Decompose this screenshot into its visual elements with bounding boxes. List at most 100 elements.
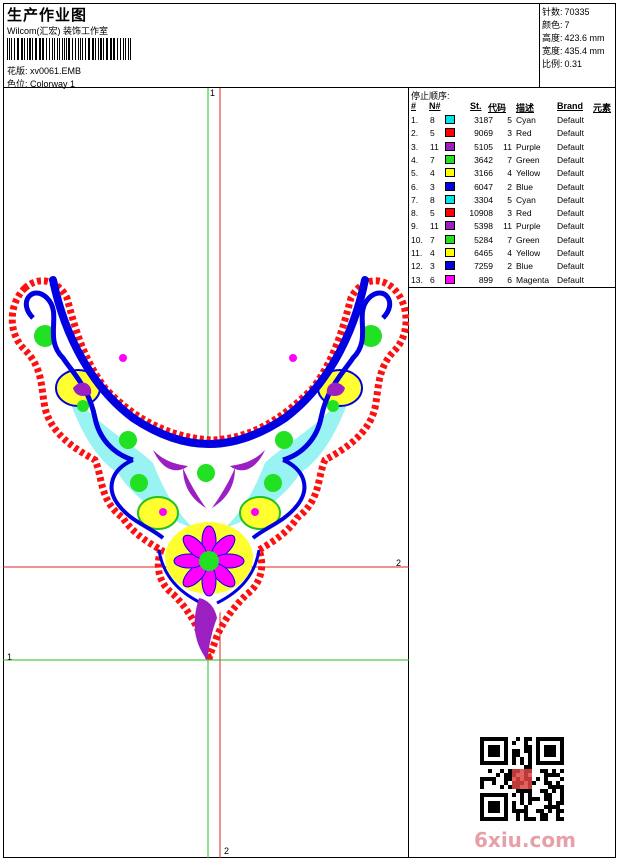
stats-block: 针数: 70335 颜色: 7 高度: 423.6 mm 宽度: 435.4 mm 比例… [540, 3, 616, 88]
table-row: 4. 7 3642 7 Green Default [409, 154, 616, 168]
row-needle: 6 [430, 274, 435, 285]
row-stitches: 5105 [474, 141, 493, 152]
row-desc: Red [516, 208, 532, 219]
row-brand: Default [557, 274, 584, 285]
green-dot [130, 474, 148, 492]
row-stitches: 7259 [474, 261, 493, 272]
color-swatch [445, 154, 455, 164]
table-row: 13. 6 899 6 Magenta Default [409, 274, 616, 288]
guide-label-right: 2 [396, 558, 402, 568]
row-index: 12. [411, 261, 423, 272]
color-swatch [445, 181, 455, 191]
barcode-icon [7, 38, 131, 60]
row-needle: 3 [430, 261, 435, 272]
row-index: 7. [411, 194, 419, 205]
color-swatch [445, 248, 455, 257]
magenta-dot [159, 508, 167, 516]
color-swatch [445, 168, 455, 178]
row-brand: Default [557, 261, 584, 272]
row-code: 5 [507, 194, 512, 205]
row-index: 13. [411, 274, 423, 285]
table-row: 10. 7 5284 7 Green Default [409, 234, 616, 248]
table-row: 2. 5 9069 3 Red Default [409, 128, 616, 141]
row-brand: Default [557, 181, 584, 192]
row-desc: Blue [516, 261, 534, 272]
row-stitches: 9069 [474, 128, 493, 139]
row-code: 2 [507, 181, 512, 192]
row-index: 11. [411, 248, 423, 258]
table-row: 7. 8 3304 5 Cyan Default [409, 194, 616, 208]
col-brand: Brand [557, 101, 584, 111]
table-row: 8. 5 10908 3 Red Default [409, 208, 616, 221]
row-code: 7 [507, 154, 512, 165]
table-row: 5. 4 3166 4 Yellow Default [409, 168, 616, 181]
row-stitches: 899 [478, 274, 493, 285]
row-needle: 8 [430, 194, 435, 205]
green-dot [327, 400, 339, 412]
row-code: 6 [507, 274, 512, 285]
row-brand: Default [557, 128, 584, 139]
color-swatch [445, 194, 455, 204]
header-block: 生产作业图 Wilcom(汇宏) 装饰工作室 花版: xv0061.EMB 色位… [3, 3, 540, 89]
guide-label-left: 1 [7, 652, 13, 662]
col-idx: # [411, 101, 417, 111]
guide-label-top: 1 [210, 88, 216, 98]
row-stitches: 5398 [474, 221, 493, 232]
col-code: 代码 [488, 103, 507, 113]
row-code: 3 [507, 128, 512, 139]
row-code: 3 [507, 208, 512, 219]
row-brand: Default [557, 168, 584, 179]
qr-code-icon [480, 737, 564, 821]
table-row: 9. 11 5398 11 Purple Default [409, 221, 616, 234]
row-brand: Default [557, 234, 584, 245]
magenta-dot [119, 354, 127, 362]
magenta-flower [173, 525, 245, 597]
row-brand: Default [557, 194, 584, 205]
row-index: 3. [411, 141, 419, 152]
row-desc: Red [516, 128, 532, 139]
stop-sequence-panel: 停止顺序: # N# St. 代码 描述 Brand 元素 1. 8 3187 5 Cy… [409, 88, 616, 288]
row-index: 1. [411, 115, 419, 125]
design-label: 花版: [7, 66, 28, 76]
row-stitches: 3304 [474, 194, 493, 205]
design-value: xv0061.EMB [30, 66, 82, 76]
row-desc: Magenta [516, 274, 550, 285]
table-row: 6. 3 6047 2 Blue Default [409, 181, 616, 195]
row-desc: Purple [516, 141, 541, 152]
row-needle: 4 [430, 168, 435, 179]
row-desc: Purple [516, 221, 541, 232]
row-brand: Default [557, 154, 584, 165]
row-index: 9. [411, 221, 419, 232]
green-dot [275, 431, 293, 449]
magenta-dot [289, 354, 297, 362]
row-desc: Green [516, 234, 540, 245]
color-swatch [445, 261, 455, 271]
table-row: 3. 11 5105 11 Purple Default [409, 141, 616, 155]
row-desc: Yellow [516, 168, 541, 179]
color-swatch [445, 115, 455, 124]
company-name: Wilcom(汇宏) 装饰工作室 [7, 26, 108, 36]
row-brand: Default [557, 141, 584, 152]
color-swatch [445, 234, 455, 244]
col-n: N# [429, 101, 441, 111]
design-canvas: 1 2 1 2 [3, 88, 410, 858]
color-swatch [445, 128, 455, 138]
row-index: 4. [411, 154, 419, 165]
row-needle: 7 [430, 154, 435, 165]
row-needle: 5 [430, 128, 435, 139]
embroidery-preview [3, 88, 410, 858]
row-index: 6. [411, 181, 419, 192]
guide-label-bottom: 2 [224, 846, 230, 856]
magenta-dot [251, 508, 259, 516]
row-code: 2 [507, 261, 512, 272]
table-row: 11. 4 6465 4 Yellow Default [409, 248, 616, 261]
design-file: 花版: xv0061.EMB [7, 64, 81, 77]
color-swatch [445, 208, 455, 218]
green-dot [119, 431, 137, 449]
col-desc: 描述 [516, 103, 535, 113]
row-stitches: 3166 [474, 168, 493, 179]
row-code: 4 [507, 248, 512, 258]
row-desc: Yellow [516, 248, 541, 258]
col-st: St. [470, 101, 482, 111]
row-stitches: 6465 [474, 248, 493, 258]
